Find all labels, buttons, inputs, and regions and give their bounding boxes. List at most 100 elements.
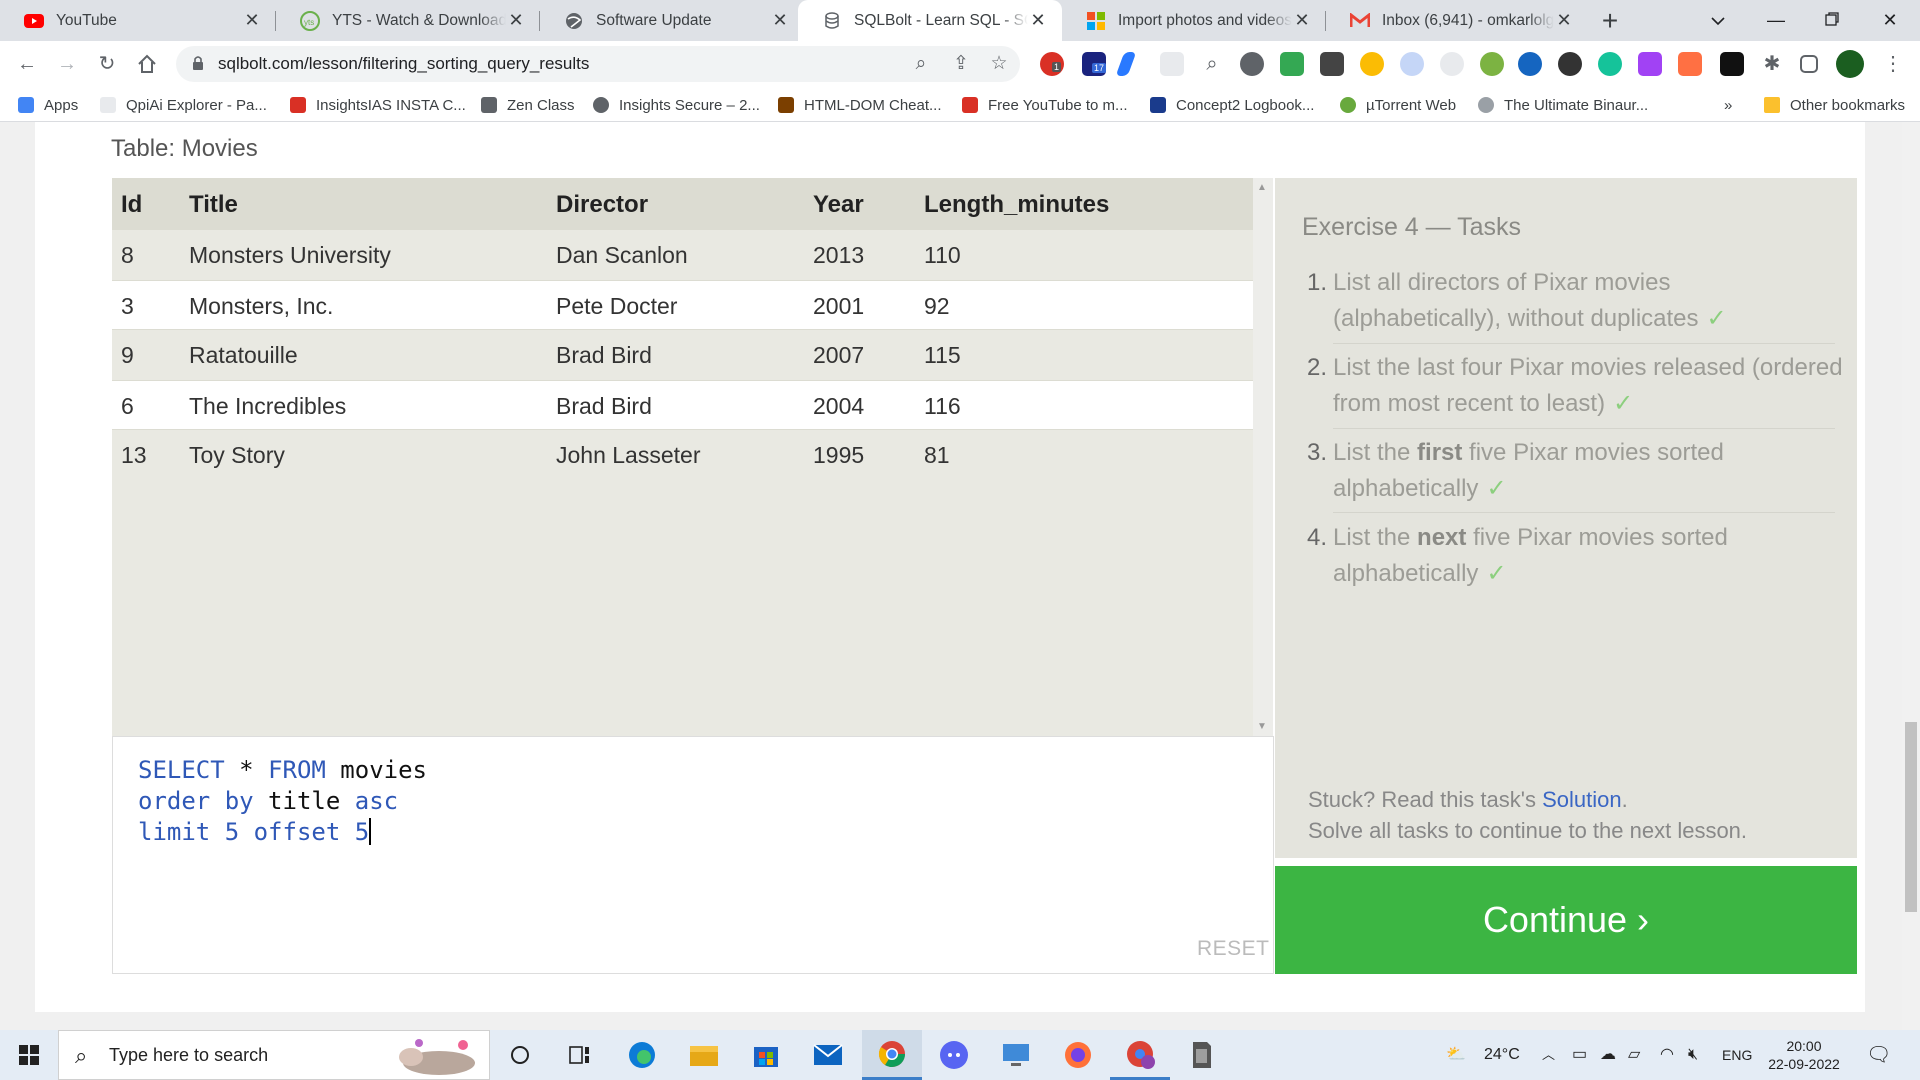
- green-extension-icon[interactable]: [1280, 52, 1304, 76]
- tab-yts[interactable]: yts YTS - Watch & Download HD Movies ✕: [276, 0, 540, 41]
- bookmark-item[interactable]: HTML-DOM Cheat...: [778, 95, 942, 115]
- minimize-button[interactable]: —: [1748, 0, 1804, 41]
- bookmarks-overflow-button[interactable]: »: [1724, 95, 1732, 115]
- new-tab-button[interactable]: +: [1596, 7, 1624, 35]
- tab-gmail[interactable]: Inbox (6,941) - omkarlolge1@gmail.com ✕: [1326, 0, 1588, 41]
- page-scrollbar[interactable]: [1902, 122, 1920, 1030]
- start-button[interactable]: [0, 1030, 58, 1080]
- bookmark-item[interactable]: InsightsIAS INSTA C...: [290, 95, 466, 115]
- close-icon[interactable]: ✕: [770, 10, 790, 31]
- home-button[interactable]: [132, 49, 162, 79]
- menu-kebab-icon[interactable]: ⋮: [1878, 49, 1908, 79]
- bookmark-item[interactable]: µTorrent Web: [1340, 95, 1456, 115]
- close-icon[interactable]: ✕: [242, 10, 262, 31]
- cortana-button[interactable]: [490, 1030, 550, 1080]
- grammarly-extension-icon[interactable]: [1598, 52, 1622, 76]
- clock[interactable]: 20:00 22-09-2022: [1768, 1030, 1840, 1080]
- bookmark-item[interactable]: Zen Class: [481, 95, 575, 115]
- scrollbar-thumb[interactable]: [1905, 722, 1917, 912]
- tab-title: YouTube: [56, 11, 117, 29]
- orange-extension-icon[interactable]: [1678, 52, 1702, 76]
- reset-button[interactable]: RESET: [1197, 937, 1270, 961]
- firefox-button[interactable]: [1048, 1030, 1108, 1080]
- avatar[interactable]: [1836, 50, 1864, 78]
- scroll-up-icon[interactable]: ▲: [1257, 182, 1267, 193]
- globe-icon: [593, 97, 609, 113]
- chrome-taskbar-button[interactable]: [862, 1030, 922, 1080]
- weather-temp[interactable]: 24°C: [1484, 1030, 1520, 1080]
- language-indicator[interactable]: ENG: [1722, 1030, 1752, 1080]
- close-icon[interactable]: ✕: [1292, 10, 1312, 31]
- cloud-extension-icon[interactable]: [1400, 52, 1424, 76]
- share-icon[interactable]: ⇪: [946, 49, 976, 79]
- network-device-icon[interactable]: ▭: [1572, 1030, 1587, 1080]
- results-scrollbar[interactable]: ▲ ▼: [1253, 178, 1273, 736]
- battery-icon[interactable]: ▱: [1628, 1030, 1640, 1080]
- remote-desktop-button[interactable]: [986, 1030, 1046, 1080]
- volume-muted-icon[interactable]: 🔇︎: [1688, 1030, 1698, 1080]
- chrome-icon: [878, 1040, 906, 1067]
- magnifier-extension-icon[interactable]: ⌕: [1200, 52, 1224, 76]
- tab-youtube[interactable]: YouTube ✕: [0, 0, 276, 41]
- forward-button[interactable]: →: [52, 49, 82, 79]
- wifi-icon[interactable]: ◠: [1660, 1030, 1674, 1080]
- puzzle-dark-extension-icon[interactable]: [1320, 52, 1344, 76]
- bookmark-item[interactable]: Apps: [18, 95, 78, 115]
- close-icon[interactable]: ✕: [506, 10, 526, 31]
- sun-extension-icon[interactable]: [1360, 52, 1384, 76]
- onedrive-icon[interactable]: ☁: [1600, 1030, 1616, 1080]
- tab-sqlbolt[interactable]: SQLBolt - Learn SQL - SQL Lesson 4 ✕: [798, 0, 1062, 41]
- chrome-profile-button[interactable]: [1110, 1030, 1170, 1080]
- bookmark-item[interactable]: Concept2 Logbook...: [1150, 95, 1314, 115]
- blue-ring-extension-icon[interactable]: [1518, 52, 1542, 76]
- qpiai-icon: [100, 97, 116, 113]
- continue-button[interactable]: Continue ›: [1275, 866, 1857, 974]
- restore-button[interactable]: [1804, 0, 1860, 41]
- side-panel-icon[interactable]: [1800, 55, 1818, 73]
- grammar-extension-icon[interactable]: [1480, 52, 1504, 76]
- sql-query[interactable]: SELECT * FROM movies order by title asc …: [138, 755, 427, 848]
- close-icon[interactable]: ✕: [1028, 10, 1048, 31]
- zoom-icon[interactable]: ⌕: [906, 49, 936, 79]
- scroll-down-icon[interactable]: ▼: [1257, 721, 1267, 732]
- close-icon[interactable]: ✕: [1554, 10, 1574, 31]
- dial-extension-icon[interactable]: [1440, 52, 1464, 76]
- code-extension-icon[interactable]: [1638, 52, 1662, 76]
- bookmark-item[interactable]: Free YouTube to m...: [962, 95, 1128, 115]
- discord-button[interactable]: [924, 1030, 984, 1080]
- address-bar[interactable]: sqlbolt.com/lesson/filtering_sorting_que…: [176, 46, 1020, 82]
- bookmark-item[interactable]: QpiAi Explorer - Pa...: [100, 95, 267, 115]
- back-button[interactable]: ←: [12, 49, 42, 79]
- chevron-up-icon[interactable]: ︿: [1542, 1030, 1555, 1080]
- store-button[interactable]: [736, 1030, 796, 1080]
- puzzle-icon[interactable]: ✱: [1760, 52, 1784, 76]
- edge-taskbar-button[interactable]: [612, 1030, 672, 1080]
- scholar-extension-icon[interactable]: 17: [1082, 52, 1107, 76]
- file-explorer-button[interactable]: [674, 1030, 734, 1080]
- tab-title: SQLBolt - Learn SQL - SQL Lesson 4: [854, 11, 1028, 29]
- bookmark-item[interactable]: The Ultimate Binaur...: [1478, 95, 1648, 115]
- pen-extension-icon[interactable]: [1115, 52, 1137, 76]
- task-view-button[interactable]: [550, 1030, 610, 1080]
- dark-extension-icon[interactable]: [1720, 52, 1744, 76]
- search-extension-icon[interactable]: [1240, 52, 1264, 76]
- solution-link[interactable]: Solution: [1542, 787, 1622, 812]
- bookmark-item[interactable]: Insights Secure – 2...: [593, 95, 760, 115]
- blank-extension-icon[interactable]: [1160, 52, 1184, 76]
- close-window-button[interactable]: ✕: [1862, 0, 1918, 41]
- mail-button[interactable]: [798, 1030, 858, 1080]
- layers-extension-icon[interactable]: [1558, 52, 1582, 76]
- reload-button[interactable]: ↻: [92, 49, 122, 79]
- weather-icon[interactable]: ⛅: [1446, 1030, 1466, 1080]
- tab-import-photos[interactable]: Import photos and videos from phone ✕: [1062, 0, 1326, 41]
- tab-search-button[interactable]: [1690, 0, 1746, 41]
- tab-software-update[interactable]: Software Update ✕: [540, 0, 804, 41]
- notifications-icon[interactable]: 🗨︎: [1866, 1030, 1891, 1080]
- bookmark-star-icon[interactable]: ☆: [984, 49, 1014, 79]
- other-bookmarks[interactable]: Other bookmarks: [1764, 95, 1905, 115]
- taskbar-search[interactable]: ⌕ Type here to search: [58, 1030, 490, 1080]
- app-taskbar-button[interactable]: [1172, 1030, 1232, 1080]
- cell-title: Monsters University: [189, 242, 391, 268]
- sql-editor[interactable]: SELECT * FROM movies order by title asc …: [112, 736, 1274, 974]
- adblock-extension-icon[interactable]: 1: [1040, 52, 1064, 76]
